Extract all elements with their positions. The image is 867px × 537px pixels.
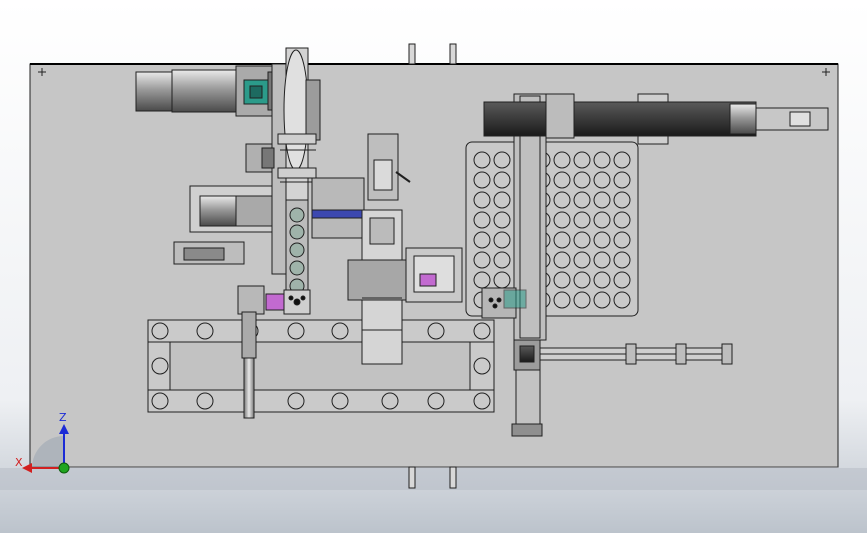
left-servo-motor[interactable] <box>135 65 279 117</box>
assembly-drawing <box>0 0 867 533</box>
axis-z-label: Z <box>59 411 67 424</box>
axis-x-label: X <box>15 456 23 469</box>
cad-viewport[interactable]: Z X <box>0 0 867 533</box>
ground-shadow <box>0 468 867 490</box>
lower-conveyor-frame[interactable] <box>147 319 495 413</box>
